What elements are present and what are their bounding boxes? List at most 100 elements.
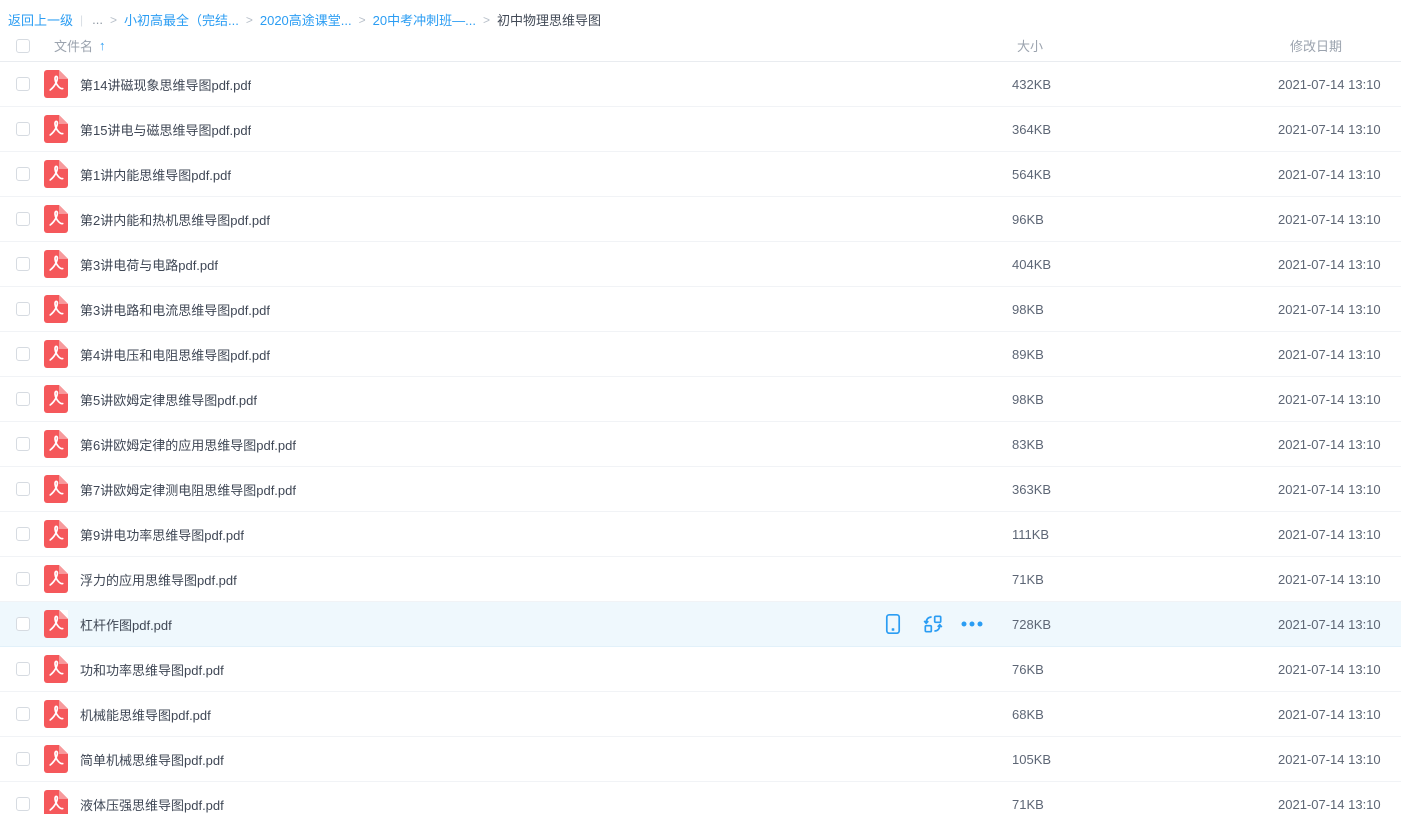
file-size: 111KB xyxy=(1012,527,1278,542)
file-name-link[interactable]: 第3讲电荷与电路pdf.pdf xyxy=(80,255,218,274)
column-header-date[interactable]: 修改日期 xyxy=(1278,36,1401,55)
table-row[interactable]: 第3讲电荷与电路pdf.pdf xyxy=(0,242,1401,287)
breadcrumb-gt-separator: > xyxy=(359,13,366,27)
row-checkbox[interactable] xyxy=(16,347,30,361)
file-name-link[interactable]: 功和功率思维导图pdf.pdf xyxy=(80,660,224,679)
row-checkbox[interactable] xyxy=(16,752,30,766)
select-all-checkbox[interactable] xyxy=(16,39,30,53)
table-row[interactable]: 第14讲磁现象思维导图pdf.pdf xyxy=(0,62,1401,107)
sort-ascending-arrow-icon: ↑ xyxy=(99,38,106,53)
row-checkbox[interactable] xyxy=(16,437,30,451)
share-transfer-icon[interactable] xyxy=(921,612,945,636)
pdf-file-icon xyxy=(44,250,68,278)
row-checkbox[interactable] xyxy=(16,302,30,316)
file-name-link[interactable]: 第14讲磁现象思维导图pdf.pdf xyxy=(80,75,251,94)
row-checkbox[interactable] xyxy=(16,572,30,586)
file-name-link[interactable]: 浮力的应用思维导图pdf.pdf xyxy=(80,570,237,589)
table-row[interactable]: 第9讲电功率思维导图pdf.pdf xyxy=(0,512,1401,557)
file-date: 2021-07-14 13:10 xyxy=(1278,752,1401,767)
breadcrumb-back-link[interactable]: 返回上一级 xyxy=(8,10,73,29)
row-checkbox[interactable] xyxy=(16,257,30,271)
table-row[interactable]: 功和功率思维导图pdf.pdf xyxy=(0,647,1401,692)
pdf-file-icon xyxy=(44,385,68,413)
pdf-file-icon xyxy=(44,115,68,143)
pdf-file-icon xyxy=(44,565,68,593)
row-checkbox[interactable] xyxy=(16,707,30,721)
file-name-link[interactable]: 第15讲电与磁思维导图pdf.pdf xyxy=(80,120,251,139)
file-date: 2021-07-14 13:10 xyxy=(1278,572,1401,587)
breadcrumb-link[interactable]: 20中考冲刺班—... xyxy=(373,10,476,29)
table-row[interactable]: 第6讲欧姆定律的应用思维导图pdf.pdf xyxy=(0,422,1401,467)
file-date: 2021-07-14 13:10 xyxy=(1278,482,1401,497)
file-size: 98KB xyxy=(1012,392,1278,407)
file-size: 98KB xyxy=(1012,302,1278,317)
file-size: 404KB xyxy=(1012,257,1278,272)
file-name-link[interactable]: 液体压强思维导图pdf.pdf xyxy=(80,795,224,814)
pdf-file-icon xyxy=(44,70,68,98)
row-checkbox[interactable] xyxy=(16,77,30,91)
row-checkbox[interactable] xyxy=(16,527,30,541)
table-row[interactable]: 第3讲电路和电流思维导图pdf.pdf xyxy=(0,287,1401,332)
table-row[interactable]: 第5讲欧姆定律思维导图pdf.pdf xyxy=(0,377,1401,422)
breadcrumb-gt-separator: > xyxy=(246,13,253,27)
table-row[interactable]: 第7讲欧姆定律测电阻思维导图pdf.pdf xyxy=(0,467,1401,512)
file-name-link[interactable]: 第1讲内能思维导图pdf.pdf xyxy=(80,165,231,184)
file-size: 96KB xyxy=(1012,212,1278,227)
breadcrumb-collapsed[interactable]: ... xyxy=(92,12,103,27)
file-name-link[interactable]: 第3讲电路和电流思维导图pdf.pdf xyxy=(80,300,270,319)
pdf-file-icon xyxy=(44,160,68,188)
file-date: 2021-07-14 13:10 xyxy=(1278,797,1401,812)
file-name-link[interactable]: 第7讲欧姆定律测电阻思维导图pdf.pdf xyxy=(80,480,296,499)
file-name-link[interactable]: 第5讲欧姆定律思维导图pdf.pdf xyxy=(80,390,257,409)
row-checkbox[interactable] xyxy=(16,482,30,496)
table-row[interactable]: 第4讲电压和电阻思维导图pdf.pdf xyxy=(0,332,1401,377)
file-date: 2021-07-14 13:10 xyxy=(1278,257,1401,272)
row-checkbox[interactable] xyxy=(16,122,30,136)
column-header-name[interactable]: 文件名 ↑ xyxy=(54,36,1012,55)
table-row[interactable]: 浮力的应用思维导图pdf.pdf xyxy=(0,557,1401,602)
file-date: 2021-07-14 13:10 xyxy=(1278,167,1401,182)
pdf-file-icon xyxy=(44,205,68,233)
file-name-link[interactable]: 杠杆作图pdf.pdf xyxy=(80,615,172,634)
table-row[interactable]: 简单机械思维导图pdf.pdf xyxy=(0,737,1401,782)
file-date: 2021-07-14 13:10 xyxy=(1278,302,1401,317)
file-date: 2021-07-14 13:10 xyxy=(1278,662,1401,677)
breadcrumb-bar-separator: | xyxy=(80,13,83,27)
pdf-file-icon xyxy=(44,745,68,773)
column-header-name-label: 文件名 xyxy=(54,36,93,55)
row-checkbox[interactable] xyxy=(16,392,30,406)
table-row[interactable]: 液体压强思维导图pdf.pdf xyxy=(0,782,1401,814)
table-row[interactable]: 第1讲内能思维导图pdf.pdf xyxy=(0,152,1401,197)
table-row[interactable]: 第15讲电与磁思维导图pdf.pdf xyxy=(0,107,1401,152)
file-name-link[interactable]: 第6讲欧姆定律的应用思维导图pdf.pdf xyxy=(80,435,296,454)
file-size: 71KB xyxy=(1012,572,1278,587)
file-date: 2021-07-14 13:10 xyxy=(1278,707,1401,722)
pdf-file-icon xyxy=(44,520,68,548)
file-table-header: 文件名 ↑ 大小 修改日期 xyxy=(0,30,1401,62)
row-checkbox[interactable] xyxy=(16,212,30,226)
file-list: 第14讲磁现象思维导图pdf.pdf xyxy=(0,62,1401,814)
breadcrumb: 返回上一级 | ... > 小初高最全（完结... > 2020高途课堂... … xyxy=(0,0,1401,30)
file-date: 2021-07-14 13:10 xyxy=(1278,392,1401,407)
file-name-link[interactable]: 第9讲电功率思维导图pdf.pdf xyxy=(80,525,244,544)
more-dots-icon[interactable] xyxy=(961,612,985,636)
row-checkbox[interactable] xyxy=(16,167,30,181)
send-to-phone-icon[interactable] xyxy=(881,612,905,636)
file-size: 83KB xyxy=(1012,437,1278,452)
table-row[interactable]: 杠杆作图pdf.pdf xyxy=(0,602,1401,647)
table-row[interactable]: 机械能思维导图pdf.pdf xyxy=(0,692,1401,737)
file-name-link[interactable]: 简单机械思维导图pdf.pdf xyxy=(80,750,224,769)
file-date: 2021-07-14 13:10 xyxy=(1278,617,1401,632)
row-checkbox[interactable] xyxy=(16,617,30,631)
column-header-size[interactable]: 大小 xyxy=(1012,36,1278,55)
pdf-file-icon xyxy=(44,475,68,503)
file-name-link[interactable]: 第4讲电压和电阻思维导图pdf.pdf xyxy=(80,345,270,364)
row-checkbox[interactable] xyxy=(16,797,30,811)
breadcrumb-link[interactable]: 2020高途课堂... xyxy=(260,10,352,29)
file-name-link[interactable]: 机械能思维导图pdf.pdf xyxy=(80,705,211,724)
row-checkbox[interactable] xyxy=(16,662,30,676)
row-actions xyxy=(881,612,985,636)
table-row[interactable]: 第2讲内能和热机思维导图pdf.pdf xyxy=(0,197,1401,242)
breadcrumb-link[interactable]: 小初高最全（完结... xyxy=(124,10,239,29)
file-name-link[interactable]: 第2讲内能和热机思维导图pdf.pdf xyxy=(80,210,270,229)
